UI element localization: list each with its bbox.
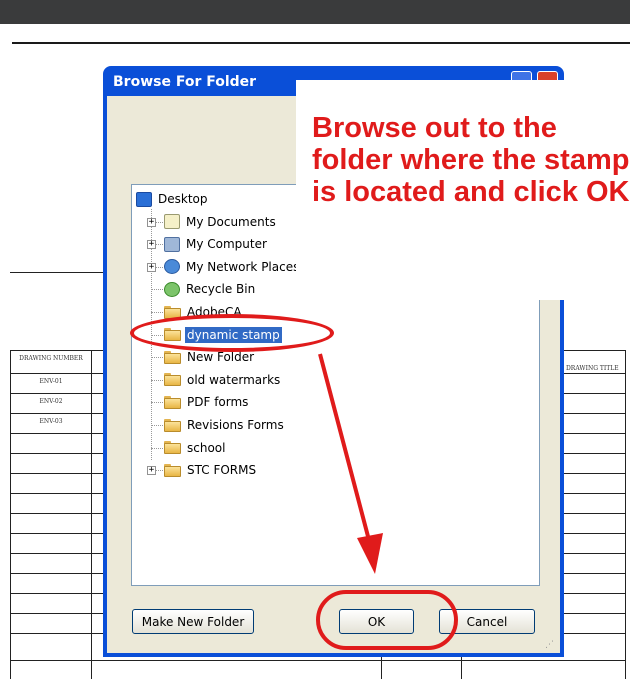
arrow-shaft	[318, 353, 372, 545]
arrow-head	[357, 533, 383, 574]
annotation-arrow	[318, 353, 383, 574]
